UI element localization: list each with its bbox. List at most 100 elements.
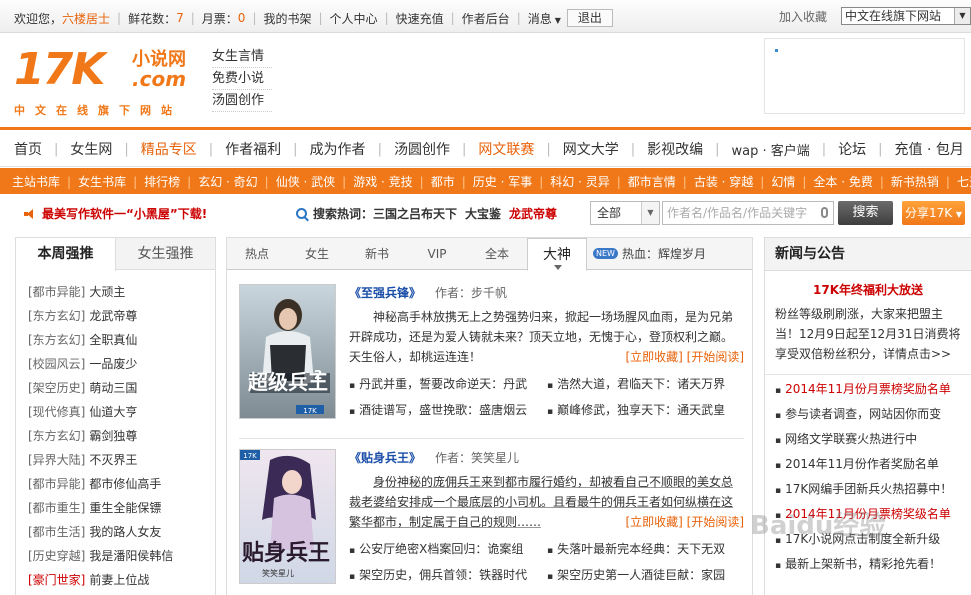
related-book-link[interactable]: 浩然大道，君临天下：诸天万界 — [547, 375, 744, 395]
list-item[interactable]: [历史穿越] 我是潘阳侯韩信 — [28, 544, 215, 568]
messages-link[interactable]: 消息 ▼ — [528, 10, 561, 27]
nav-item-tangyuan[interactable]: 汤圆创作 | — [394, 139, 478, 159]
subnav-item[interactable]: 排行榜 | — [144, 173, 198, 190]
site-select[interactable]: 中文在线旗下网站 ▼ — [841, 7, 971, 25]
news-item[interactable]: 参与读者调查，网站因你而变 — [775, 402, 971, 427]
list-item[interactable]: [东方玄幻] 霸剑独尊 — [28, 424, 215, 448]
list-item[interactable]: [都市重生] 重生全能保镖 — [28, 496, 215, 520]
tab-master[interactable]: 大神 — [527, 238, 587, 271]
subnav-item[interactable]: 游戏 · 竞技 | — [353, 173, 431, 190]
related-book-link[interactable]: 丹武并重，誓要改命逆天：丹武 — [349, 375, 547, 395]
news-item[interactable]: 17K网编手团新兵火热招募中！ — [775, 477, 971, 502]
nav-item-home[interactable]: 首页 | — [14, 139, 70, 159]
notice-link[interactable]: 最美写作软件一“小黑屋”下载! — [24, 205, 207, 222]
nav-item-female[interactable]: 女生网 | — [70, 139, 140, 159]
hot-word[interactable]: 龙武帝尊 — [509, 205, 557, 222]
search-button[interactable]: 搜索 — [838, 201, 893, 225]
news-item[interactable]: 2014年11月份月票榜奖励名单 — [775, 377, 971, 402]
chevron-down-icon: ▼ — [955, 210, 963, 219]
news-item[interactable]: 最新上架新书，精彩抢先看！ — [775, 552, 971, 577]
share-button[interactable]: 分享17K ▼ — [902, 201, 965, 225]
nav-item-premium[interactable]: 精品专区 | — [141, 139, 225, 159]
nav-item-league[interactable]: 网文联赛 | — [478, 139, 562, 159]
subnav-item[interactable]: 都市 | — [431, 173, 473, 190]
tab-complete[interactable]: 全本 — [467, 238, 527, 269]
list-item[interactable]: [校园风云] 一品废少 — [28, 352, 215, 376]
list-item[interactable]: [都市异能] 都市修仙高手 — [28, 472, 215, 496]
subnav-item[interactable]: 女生书库 | — [78, 173, 144, 190]
list-item[interactable]: [东方玄幻] 龙武帝尊 — [28, 304, 215, 328]
search-icon — [296, 208, 307, 219]
list-item[interactable]: [东方玄幻] 全职真仙 — [28, 328, 215, 352]
tab-female-recommend[interactable]: 女生强推 — [116, 238, 215, 269]
related-book-link[interactable]: 公安厅绝密X档案回归：诡案组 — [349, 540, 547, 560]
subnav-item[interactable]: 主站书库 | — [12, 173, 78, 190]
subnav-item[interactable]: 全本 · 免费 | — [813, 173, 891, 190]
hot-word[interactable]: 三国之吕布天下 — [373, 205, 457, 222]
tab-weekly-recommend[interactable]: 本周强推 — [16, 238, 116, 271]
nav-item-become-author[interactable]: 成为作者 | — [310, 139, 394, 159]
site-logo[interactable]: 17K 小说网 .com 中文在线旗下网站 — [14, 46, 194, 120]
subnav-item[interactable]: 古装 · 穿越 | — [694, 173, 772, 190]
subnav-item[interactable]: 七天 — [957, 173, 971, 190]
list-item[interactable]: [都市生活] 我的路人女友 — [28, 520, 215, 544]
book-author[interactable]: 作者：笑笑星儿 — [435, 451, 519, 465]
book-title[interactable]: 《至强兵锋》 — [349, 286, 421, 300]
nav-item-film[interactable]: 影视改编 | — [647, 139, 731, 159]
news-item[interactable]: 2014年11月份月票榜奖级名单 — [775, 502, 971, 527]
recharge-link[interactable]: 快速充值 — [396, 10, 444, 27]
promo-text[interactable]: 粉丝等级刷刷涨，大家来把盟主当！12月9日起至12月31日消费将享受双倍粉丝积分… — [765, 298, 971, 364]
nav-item-wap[interactable]: wap · 客户端 | — [732, 139, 839, 159]
book-cover[interactable]: 17K 贴身兵王 笑笑星儿 — [239, 449, 336, 584]
list-item[interactable]: [都市异能] 大顽主 — [28, 280, 215, 304]
header-link-tangyuan[interactable]: 汤圆创作 — [212, 93, 264, 108]
hot-word[interactable]: 大宝鉴 — [465, 205, 501, 222]
nav-item-recharge[interactable]: 充值 · 包月 — [895, 139, 964, 159]
tab-vip[interactable]: VIP — [407, 238, 467, 269]
tab-hot[interactable]: 热点 — [227, 238, 287, 269]
personal-center-link[interactable]: 个人中心 — [330, 10, 378, 27]
subnav-item[interactable]: 新书热销 | — [891, 173, 957, 190]
tab-female[interactable]: 女生 — [287, 238, 347, 269]
list-item[interactable]: [架空历史] 萌动三国 — [28, 376, 215, 400]
news-item[interactable]: 17K小说网点击制度全新升级 — [775, 527, 971, 552]
author-backend-link[interactable]: 作者后台 — [462, 10, 510, 27]
tab-new-books[interactable]: 新书 — [347, 238, 407, 269]
news-item[interactable]: 网络文学联赛火热进行中 — [775, 427, 971, 452]
subnav-item[interactable]: 都市言情 | — [628, 173, 694, 190]
header-link-free[interactable]: 免费小说 — [212, 71, 264, 86]
book-title[interactable]: 《贴身兵王》 — [349, 451, 421, 465]
promo-title[interactable]: 17K年终福利大放送 — [765, 281, 971, 298]
nav-item-university[interactable]: 网文大学 | — [563, 139, 647, 159]
subnav-item[interactable]: 仙侠 · 武侠 | — [276, 173, 354, 190]
book-author[interactable]: 作者：步千帆 — [435, 286, 507, 300]
list-item[interactable]: [异界大陆] 不灭界王 — [28, 448, 215, 472]
related-book-link[interactable]: 巅峰修武，独享天下：通天武皇 — [547, 401, 744, 421]
username-link[interactable]: 六楼居士 — [62, 10, 110, 27]
search-category-select[interactable]: 全部 ▼ — [590, 201, 660, 225]
bookshelf-link[interactable]: 我的书架 — [263, 10, 311, 27]
list-item[interactable]: [豪门世家] 前妻上位战 — [28, 568, 215, 592]
nav-item-author-benefits[interactable]: 作者福利 | — [225, 139, 309, 159]
related-book-link[interactable]: 架空历史，佣兵首领：铁器时代 — [349, 566, 547, 586]
related-book-link[interactable]: 失落叶最新完本经典：天下无双 — [547, 540, 744, 560]
list-item[interactable]: [现代修真] 仙道大亨 — [28, 400, 215, 424]
related-book-link[interactable]: 酒徒谱写，盛世挽歌：盛唐烟云 — [349, 401, 547, 421]
header-links: 女生言情 免费小说 汤圆创作 — [212, 46, 272, 112]
hot-info-link[interactable]: NEW 热血：辉煌岁月 — [593, 238, 706, 269]
microphone-icon[interactable] — [821, 207, 828, 218]
header: 17K 小说网 .com 中文在线旗下网站 女生言情 免费小说 汤圆创作 — [0, 34, 971, 126]
subnav-item[interactable]: 历史 · 军事 | — [473, 173, 551, 190]
logout-button[interactable]: 退出 — [566, 9, 613, 27]
header-link-romance[interactable]: 女生言情 — [212, 49, 264, 64]
nav-item-forum[interactable]: 论坛 | — [838, 139, 894, 159]
news-item[interactable]: 2014年11月份作者奖励名单 — [775, 452, 971, 477]
subnav-item[interactable]: 科幻 · 灵异 | — [550, 173, 628, 190]
subnav-item[interactable]: 玄幻 · 奇幻 | — [198, 173, 276, 190]
search-input[interactable]: 作者名/作品名/作品关键字 — [662, 201, 834, 225]
add-favorite-link[interactable]: 加入收藏 — [779, 8, 827, 25]
book-cover[interactable]: 超级兵王 2 17K — [239, 284, 336, 419]
related-book-link[interactable]: 架空历史第一人酒徒巨献：家园 — [547, 566, 744, 586]
ad-banner[interactable] — [764, 38, 965, 114]
subnav-item[interactable]: 幻情 | — [771, 173, 813, 190]
